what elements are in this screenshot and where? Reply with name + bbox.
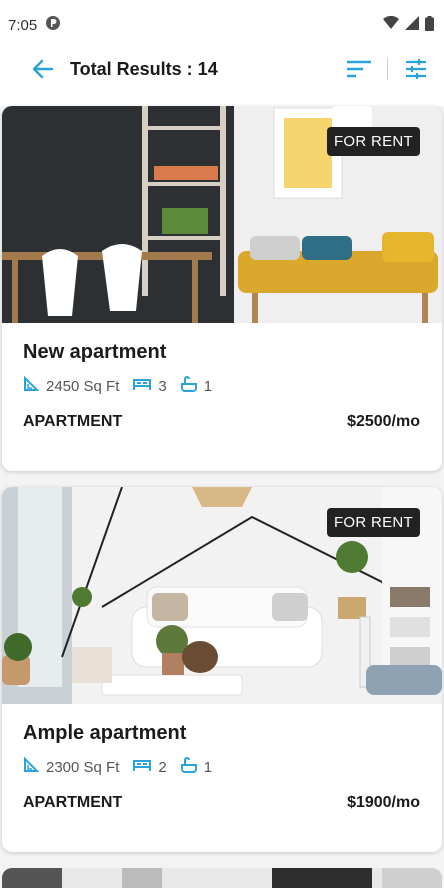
page-title: Total Results : 14: [70, 58, 218, 79]
property-type: APARTMENT: [23, 413, 123, 430]
beds-count: 2: [158, 758, 167, 776]
cell-signal-icon: [405, 16, 419, 34]
baths-meta: 1: [180, 376, 213, 396]
app-notification-icon: [45, 15, 61, 35]
listing-meta: 2300 Sq Ft 2 1: [23, 756, 420, 777]
status-time: 7:05: [8, 16, 38, 34]
listing-card[interactable]: FOR RENT Ample apartment 2300 Sq Ft 2 1 …: [2, 487, 442, 852]
listing-body: Ample apartment 2300 Sq Ft 2 1 APARTMENT…: [2, 704, 442, 852]
beds-meta: 2: [133, 758, 167, 776]
area-text: 2450 Sq Ft: [46, 377, 120, 395]
listing-footer: APARTMENT $2500/mo: [23, 413, 420, 431]
area-meta: 2450 Sq Ft: [23, 375, 120, 396]
bathtub-icon: [180, 376, 197, 396]
baths-count: 1: [203, 377, 213, 395]
beds-meta: 3: [133, 377, 167, 395]
bed-icon: [133, 758, 152, 776]
back-arrow-icon[interactable]: [30, 56, 56, 82]
status-badge: FOR RENT: [326, 508, 420, 537]
baths-count: 1: [203, 758, 213, 776]
status-bar: 7:05: [0, 0, 444, 50]
status-badge: FOR RENT: [326, 127, 420, 156]
header-actions: [345, 55, 430, 83]
baths-meta: 1: [180, 757, 213, 777]
bathtub-icon: [180, 757, 197, 777]
listing-photo: FOR RENT: [2, 106, 442, 323]
listing-name: New apartment: [23, 341, 167, 363]
battery-icon: [425, 15, 434, 35]
beds-count: 3: [158, 377, 167, 395]
bed-icon: [133, 377, 152, 395]
status-right: [383, 15, 434, 35]
ruler-icon: [23, 375, 40, 396]
price: $1900/mo: [347, 794, 420, 811]
listing-body: New apartment 2450 Sq Ft 3 1 APARTMENT $…: [2, 323, 442, 471]
status-left: 7:05: [8, 15, 61, 35]
area-text: 2300 Sq Ft: [46, 758, 120, 776]
app-bar-spacer: [0, 88, 444, 106]
listing-card[interactable]: FOR RENT New apartment 2450 Sq Ft 3 1 AP…: [2, 106, 442, 471]
app-bar: Total Results : 14: [0, 50, 444, 88]
listing-footer: APARTMENT $1900/mo: [23, 794, 420, 812]
listing-photo-graphic: [2, 868, 442, 888]
results-list: FOR RENT New apartment 2450 Sq Ft 3 1 AP…: [0, 106, 444, 888]
listing-meta: 2450 Sq Ft 3 1: [23, 375, 420, 396]
filter-sliders-icon[interactable]: [402, 55, 430, 83]
ruler-icon: [23, 756, 40, 777]
area-meta: 2300 Sq Ft: [23, 756, 120, 777]
wifi-icon: [383, 15, 399, 34]
sort-icon[interactable]: [345, 55, 373, 83]
listing-name: Ample apartment: [23, 722, 187, 744]
price: $2500/mo: [347, 413, 420, 430]
property-type: APARTMENT: [23, 794, 123, 811]
listing-card-partial[interactable]: [2, 868, 442, 888]
listing-photo: FOR RENT: [2, 487, 442, 704]
header-divider: [387, 58, 388, 80]
